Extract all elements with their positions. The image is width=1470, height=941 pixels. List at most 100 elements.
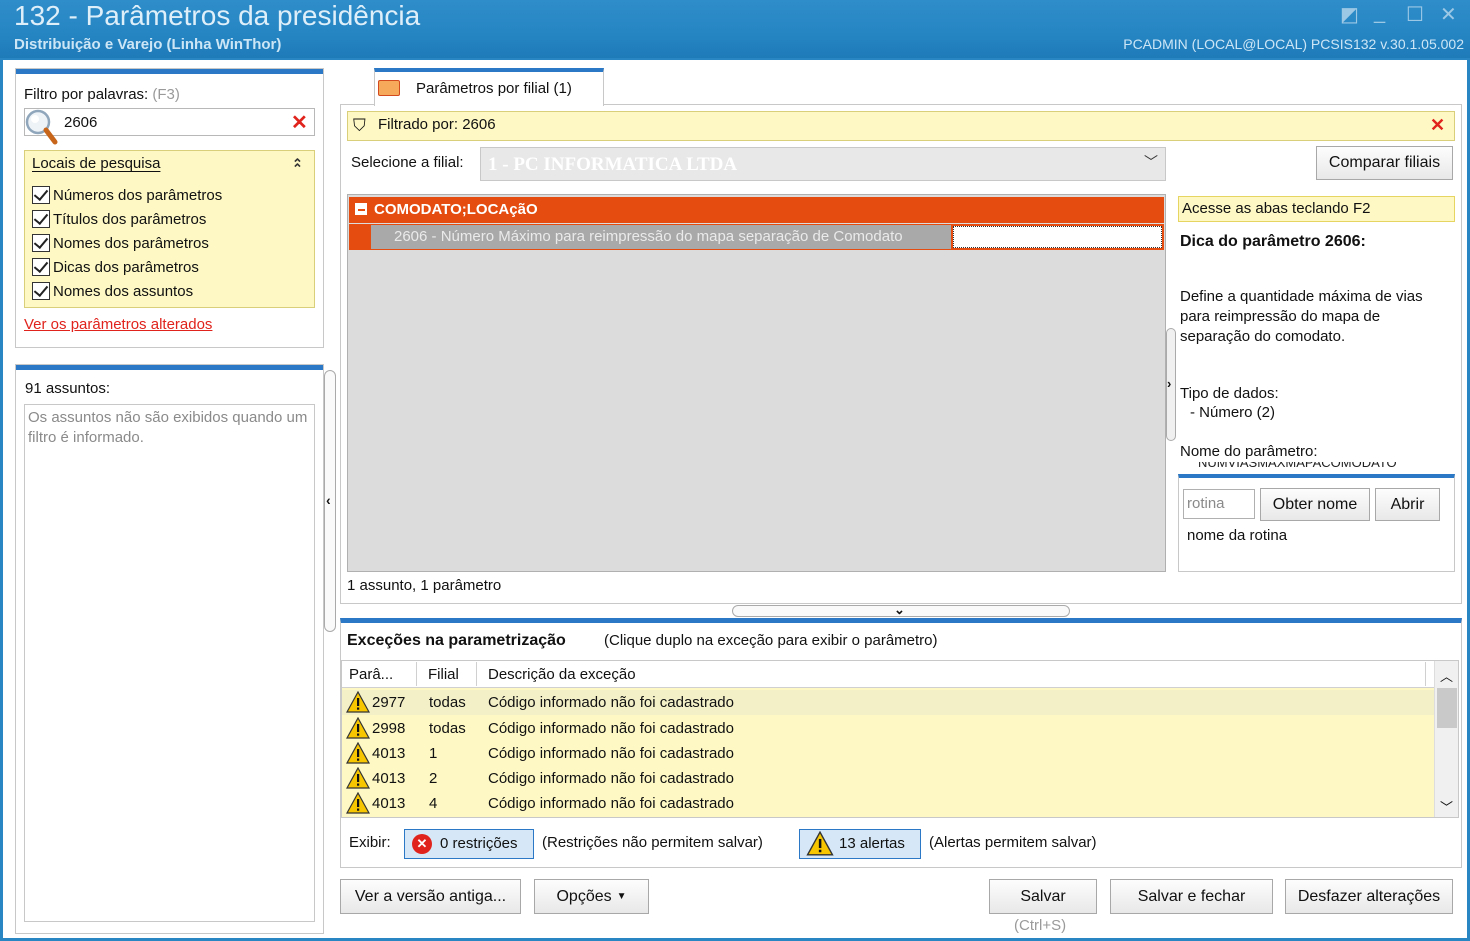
tip-text: Define a quantidade máxima de vias para … xyxy=(1180,288,1423,345)
cell-param: 4013 xyxy=(372,795,406,812)
cell-filial: 4 xyxy=(429,795,438,812)
table-row[interactable]: 4013 2 Código informado não foi cadastra… xyxy=(342,766,1434,791)
maximize-icon[interactable]: ☐ xyxy=(1406,2,1424,27)
restore-icon[interactable]: ◩ xyxy=(1340,2,1359,27)
cell-desc: Código informado não foi cadastrado xyxy=(488,770,734,787)
table-row[interactable]: 4013 4 Código informado não foi cadastra… xyxy=(342,791,1434,816)
window-title: 132 - Parâmetros da presidência xyxy=(14,0,421,31)
col-param[interactable]: Parâ... xyxy=(349,666,393,683)
column-divider xyxy=(416,662,417,686)
option-numeros[interactable]: Números dos parâmetros xyxy=(32,184,222,206)
restricoes-label[interactable]: 0 restrições xyxy=(440,835,518,852)
chevron-right-icon[interactable]: › xyxy=(1167,376,1171,391)
save-close-button[interactable]: Salvar e fechar xyxy=(1110,879,1273,914)
subjects-list[interactable] xyxy=(24,404,315,922)
option-label: Nomes dos parâmetros xyxy=(53,234,209,252)
collapse-group-icon[interactable] xyxy=(355,203,367,215)
cell-desc: Código informado não foi cadastrado xyxy=(488,745,734,762)
table-row[interactable]: 4013 1 Código informado não foi cadastra… xyxy=(342,741,1434,766)
option-label: Nomes dos assuntos xyxy=(53,282,194,300)
filter-status: Filtrado por: 2606 xyxy=(378,116,496,133)
scroll-down-icon[interactable]: ﹀ xyxy=(1440,797,1453,816)
cell-desc: Código informado não foi cadastrado xyxy=(488,720,734,737)
data-type-label: Tipo de dados: xyxy=(1180,385,1279,402)
option-label: Números dos parâmetros xyxy=(53,186,223,204)
cell-filial: 2 xyxy=(429,770,438,787)
subjects-message: Os assuntos não são exibidos quando um f… xyxy=(28,409,308,446)
param-name-label: Nome do parâmetro: xyxy=(1180,443,1318,460)
minimize-icon[interactable]: _ xyxy=(1374,2,1385,25)
search-icon xyxy=(25,109,58,145)
table-row[interactable]: 2977 todas Código informado não foi cada… xyxy=(342,690,1434,715)
cell-param: 2998 xyxy=(372,720,406,737)
checkbox[interactable] xyxy=(32,210,50,228)
option-dicas[interactable]: Dicas dos parâmetros xyxy=(32,256,199,278)
clear-filter-icon[interactable]: ✕ xyxy=(1430,115,1445,136)
folder-icon xyxy=(378,80,400,96)
option-label: Títulos dos parâmetros xyxy=(53,210,207,228)
cell-filial: 1 xyxy=(429,745,438,762)
checkbox[interactable] xyxy=(32,258,50,276)
search-value[interactable]: 2606 xyxy=(64,114,97,131)
close-window-icon[interactable]: ✕ xyxy=(1440,2,1457,27)
options-label: Opções xyxy=(556,887,612,905)
f2-hint: Acesse as abas teclando F2 xyxy=(1182,200,1371,217)
exibir-label: Exibir: xyxy=(349,834,391,851)
clear-search-icon[interactable]: ✕ xyxy=(291,110,308,135)
filter-label: Filtro por palavras: (F3) xyxy=(24,86,180,103)
changed-params-link[interactable]: Ver os parâmetros alterados xyxy=(24,316,212,333)
tree-param-label: 2606 - Número Máximo para reimpressão do… xyxy=(394,228,903,245)
alertas-hint: (Alertas permitem salvar) xyxy=(929,834,1097,851)
param-value-input[interactable] xyxy=(953,226,1162,248)
abrir-button[interactable]: Abrir xyxy=(1375,488,1440,521)
tip-title: Dica do parâmetro 2606: xyxy=(1180,233,1366,250)
warning-icon xyxy=(346,691,370,713)
save-shortcut-hint: (Ctrl+S) xyxy=(1014,917,1067,934)
param-name-value: NUMVIASMAXMAPACOMODATO xyxy=(1198,462,1397,470)
obter-nome-button[interactable]: Obter nome xyxy=(1260,488,1370,521)
save-button[interactable]: Salvar xyxy=(989,879,1097,914)
compare-filiais-button[interactable]: Comparar filiais xyxy=(1316,146,1453,180)
chevron-down-icon[interactable]: ﹀ xyxy=(1144,152,1158,172)
exceptions-title: Exceções na parametrização xyxy=(347,632,566,649)
error-icon: ✕ xyxy=(412,834,432,854)
cell-desc: Código informado não foi cadastrado xyxy=(488,694,734,711)
column-divider xyxy=(476,662,477,686)
checkbox[interactable] xyxy=(32,282,50,300)
cell-param: 2977 xyxy=(372,694,406,711)
warning-icon xyxy=(806,831,834,856)
scroll-up-icon[interactable]: ︿ xyxy=(1440,666,1453,685)
chevron-left-icon[interactable]: ‹ xyxy=(326,492,331,508)
cell-desc: Código informado não foi cadastrado xyxy=(488,795,734,812)
option-assuntos[interactable]: Nomes dos assuntos xyxy=(32,280,193,302)
checkbox[interactable] xyxy=(32,186,50,204)
tab-label[interactable]: Parâmetros por filial (1) xyxy=(416,80,572,97)
option-label: Dicas dos parâmetros xyxy=(53,258,199,276)
old-version-button[interactable]: Ver a versão antiga... xyxy=(340,879,521,914)
search-locations-title: Locais de pesquisa xyxy=(32,155,161,172)
col-filial[interactable]: Filial xyxy=(428,666,459,683)
cell-param: 4013 xyxy=(372,745,406,762)
warning-icon xyxy=(346,742,370,764)
collapse-icon[interactable]: ⌃ ⌃ xyxy=(292,156,303,176)
scroll-thumb[interactable] xyxy=(1437,688,1457,728)
filial-value[interactable]: 1 - PC INFORMATICA LTDA xyxy=(488,154,737,176)
col-descricao[interactable]: Descrição da exceção xyxy=(488,666,636,683)
chevron-down-icon[interactable]: ⌄ xyxy=(894,602,905,618)
filial-label: Selecione a filial: xyxy=(351,154,464,171)
param-tree[interactable] xyxy=(347,194,1166,572)
alertas-label[interactable]: 13 alertas xyxy=(839,835,905,852)
option-titulos[interactable]: Títulos dos parâmetros xyxy=(32,208,206,230)
checkbox[interactable] xyxy=(32,234,50,252)
cell-param: 4013 xyxy=(372,770,406,787)
funnel-icon: ⛉ xyxy=(353,116,366,135)
dropdown-arrow-icon: ▼ xyxy=(616,891,627,902)
undo-changes-button[interactable]: Desfazer alterações xyxy=(1285,879,1453,914)
restricoes-hint: (Restrições não permitem salvar) xyxy=(542,834,763,851)
rotina-name-label: nome da rotina xyxy=(1187,527,1288,544)
option-nomes[interactable]: Nomes dos parâmetros xyxy=(32,232,209,254)
options-button[interactable]: Opções ▼ xyxy=(534,879,649,914)
subjects-label: 91 assuntos: xyxy=(25,380,111,397)
table-row[interactable]: 2998 todas Código informado não foi cada… xyxy=(342,716,1434,741)
user-info: PCADMIN (LOCAL@LOCAL) PCSIS132 v.30.1.05… xyxy=(1123,36,1464,52)
